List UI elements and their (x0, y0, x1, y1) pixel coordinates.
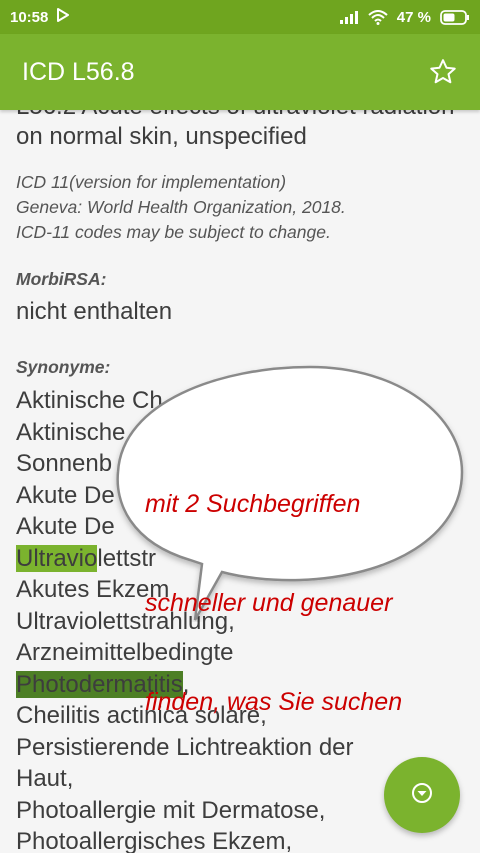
synonym-text: Aktinische (16, 418, 126, 446)
expand-down-icon (411, 782, 433, 809)
battery-icon (440, 9, 470, 25)
page-title: ICD L56.8 (22, 57, 135, 86)
synonym-text: Photoallergie mit Dermatose, (16, 796, 326, 824)
icd11-note-line: Geneva: World Health Organization, 2018. (16, 197, 346, 217)
status-icons: 47 % (339, 9, 470, 26)
play-store-icon (56, 8, 70, 26)
star-icon[interactable] (428, 57, 458, 87)
morbirsa-value: nicht enthalten (16, 298, 173, 325)
synonym-text: Akute De (16, 513, 115, 540)
promo-line: finden, was Sie suchen (145, 688, 403, 716)
wifi-icon (368, 9, 388, 25)
app-bar: ICD L56.8 (0, 34, 480, 110)
promo-bubble-text: mit 2 Suchbegriffen schneller und genaue… (145, 422, 402, 752)
icd11-note: ICD 11(version for implementation) Genev… (16, 170, 464, 245)
synonym-text: Sonnenb (16, 450, 113, 477)
morbirsa-label: MorbiRSA: (16, 269, 107, 289)
synonym-text: Haut, (16, 765, 74, 792)
expand-fab-button[interactable] (384, 757, 460, 833)
promo-line: mit 2 Suchbegriffen (145, 490, 361, 518)
status-time: 10:58 (10, 8, 49, 26)
status-bar: 10:58 47 % (0, 0, 480, 34)
synonym-line: Photoallergisches Ekzem, (16, 826, 464, 853)
synonym-text: Akute De (16, 481, 115, 509)
search-highlight: Ultravio (16, 544, 98, 572)
promo-line: schneller und genauer (145, 589, 393, 617)
icd11-note-line: ICD-11 codes may be subject to change. (16, 222, 331, 242)
icd11-note-line: ICD 11(version for implementation) (16, 172, 287, 192)
signal-icon (339, 10, 359, 24)
battery-percent: 47 % (396, 8, 431, 26)
synonym-text: Photoallergisches Ekzem, (16, 828, 293, 853)
